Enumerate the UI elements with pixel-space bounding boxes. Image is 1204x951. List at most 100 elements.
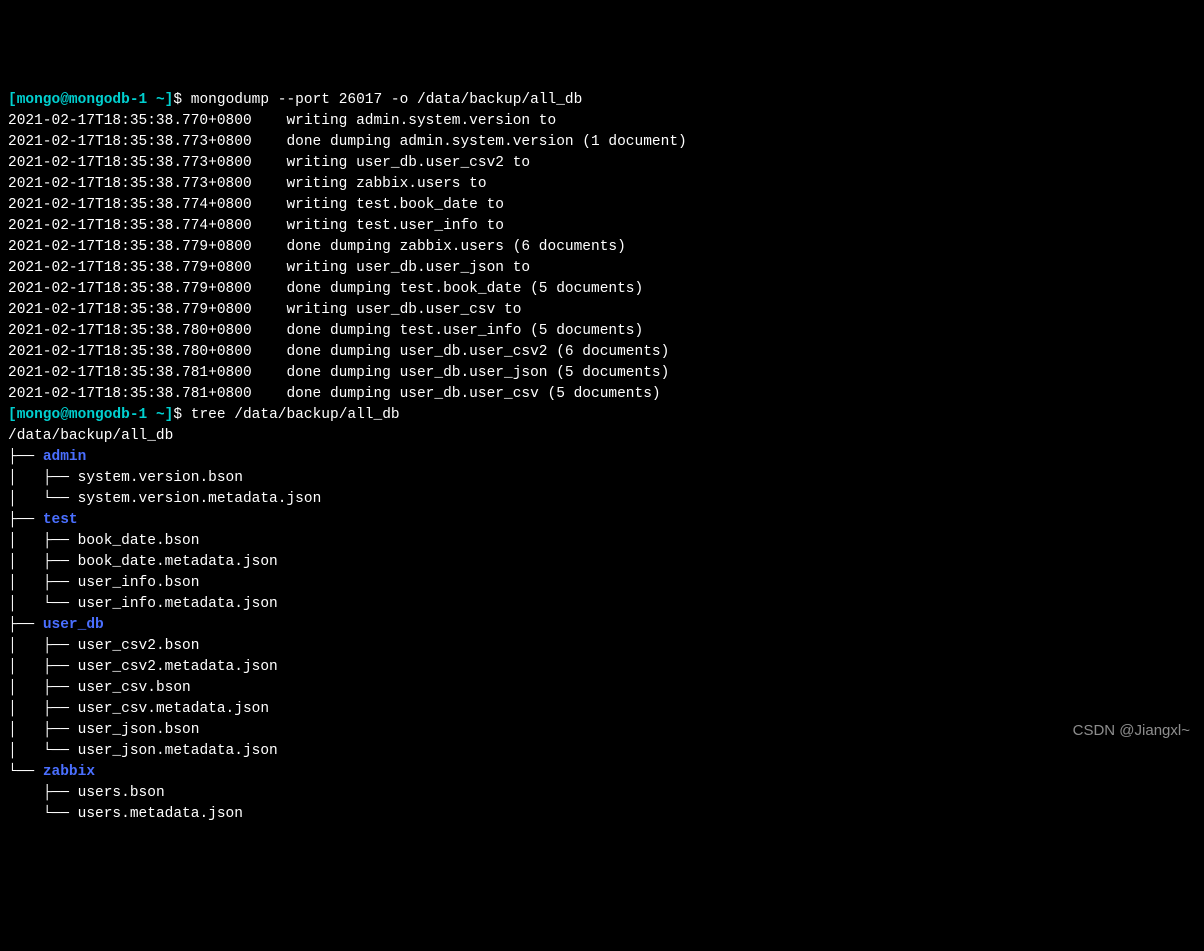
terminal-line: │ ├── user_info.bson (8, 573, 1196, 594)
log-message: writing test.user_info to (286, 218, 504, 234)
tree-branch-icon: │ ├── (8, 680, 78, 696)
tree-file: user_info.metadata.json (78, 596, 278, 612)
tree-file: user_info.bson (78, 575, 200, 591)
terminal-line: │ ├── user_json.bson (8, 720, 1196, 741)
command-input[interactable]: mongodump --port 26017 -o /data/backup/a… (191, 92, 583, 108)
log-timestamp: 2021-02-17T18:35:38.779+0800 (8, 260, 252, 276)
log-message: done dumping user_db.user_csv2 (6 docume… (286, 344, 669, 360)
terminal-line: 2021-02-17T18:35:38.780+0800 done dumpin… (8, 321, 1196, 342)
log-message: done dumping test.user_info (5 documents… (286, 323, 643, 339)
terminal-line: 2021-02-17T18:35:38.779+0800 done dumpin… (8, 279, 1196, 300)
terminal-line: [mongo@mongodb-1 ~]$ mongodump --port 26… (8, 90, 1196, 111)
tree-branch-icon: ├── (8, 512, 43, 528)
log-timestamp: 2021-02-17T18:35:38.773+0800 (8, 176, 252, 192)
log-timestamp: 2021-02-17T18:35:38.781+0800 (8, 365, 252, 381)
log-message: writing test.book_date to (286, 197, 504, 213)
tree-branch-icon: └── (8, 764, 43, 780)
tree-branch-icon: └── (8, 806, 78, 822)
tree-dir: user_db (43, 617, 104, 633)
log-timestamp: 2021-02-17T18:35:38.780+0800 (8, 323, 252, 339)
terminal-line: /data/backup/all_db (8, 426, 1196, 447)
tree-branch-icon: │ ├── (8, 701, 78, 717)
tree-branch-icon: │ ├── (8, 722, 78, 738)
terminal-output[interactable]: [mongo@mongodb-1 ~]$ mongodump --port 26… (8, 90, 1196, 825)
log-timestamp: 2021-02-17T18:35:38.774+0800 (8, 218, 252, 234)
tree-file: users.metadata.json (78, 806, 243, 822)
tree-branch-icon: │ ├── (8, 470, 78, 486)
tree-root: /data/backup/all_db (8, 428, 173, 444)
terminal-line: 2021-02-17T18:35:38.774+0800 writing tes… (8, 195, 1196, 216)
tree-branch-icon: │ ├── (8, 638, 78, 654)
log-message: done dumping admin.system.version (1 doc… (286, 134, 686, 150)
prompt-open: [ (8, 407, 17, 423)
tree-file: system.version.bson (78, 470, 243, 486)
tree-dir: admin (43, 449, 87, 465)
log-timestamp: 2021-02-17T18:35:38.779+0800 (8, 302, 252, 318)
watermark-text: CSDN @Jiangxl~ (1073, 720, 1190, 741)
prompt-open: [ (8, 92, 17, 108)
shell-prompt: [mongo@mongodb-1 ~]$ (8, 92, 191, 108)
tree-file: book_date.bson (78, 533, 200, 549)
prompt-at: @ (60, 407, 69, 423)
terminal-line: │ ├── system.version.bson (8, 468, 1196, 489)
tree-file: system.version.metadata.json (78, 491, 322, 507)
tree-branch-icon: │ ├── (8, 575, 78, 591)
tree-branch-icon: │ └── (8, 596, 78, 612)
prompt-cwd: ~ (156, 407, 165, 423)
tree-branch-icon: │ ├── (8, 554, 78, 570)
prompt-user: mongo (17, 407, 61, 423)
tree-file: users.bson (78, 785, 165, 801)
command-input[interactable]: tree /data/backup/all_db (191, 407, 400, 423)
terminal-line: │ ├── user_csv2.metadata.json (8, 657, 1196, 678)
tree-file: user_csv.bson (78, 680, 191, 696)
terminal-line: └── zabbix (8, 762, 1196, 783)
tree-branch-icon: ├── (8, 617, 43, 633)
tree-branch-icon: │ ├── (8, 533, 78, 549)
terminal-line: 2021-02-17T18:35:38.779+0800 done dumpin… (8, 237, 1196, 258)
terminal-line: 2021-02-17T18:35:38.781+0800 done dumpin… (8, 363, 1196, 384)
terminal-line: │ ├── user_csv2.bson (8, 636, 1196, 657)
terminal-line: 2021-02-17T18:35:38.773+0800 writing use… (8, 153, 1196, 174)
terminal-line: │ └── system.version.metadata.json (8, 489, 1196, 510)
log-timestamp: 2021-02-17T18:35:38.773+0800 (8, 134, 252, 150)
prompt-host: mongodb-1 (69, 92, 147, 108)
terminal-line: │ ├── user_csv.bson (8, 678, 1196, 699)
shell-prompt: [mongo@mongodb-1 ~]$ (8, 407, 191, 423)
tree-file: user_csv2.metadata.json (78, 659, 278, 675)
tree-file: user_csv2.bson (78, 638, 200, 654)
terminal-line: 2021-02-17T18:35:38.773+0800 writing zab… (8, 174, 1196, 195)
tree-branch-icon: ├── (8, 785, 78, 801)
terminal-line: │ ├── book_date.bson (8, 531, 1196, 552)
terminal-line: │ ├── user_csv.metadata.json (8, 699, 1196, 720)
log-message: writing user_db.user_csv to (286, 302, 521, 318)
tree-branch-icon: │ ├── (8, 659, 78, 675)
tree-dir: test (43, 512, 78, 528)
log-message: writing user_db.user_csv2 to (286, 155, 530, 171)
log-timestamp: 2021-02-17T18:35:38.779+0800 (8, 281, 252, 297)
terminal-line: ├── admin (8, 447, 1196, 468)
log-timestamp: 2021-02-17T18:35:38.781+0800 (8, 386, 252, 402)
tree-dir: zabbix (43, 764, 95, 780)
terminal-line: 2021-02-17T18:35:38.781+0800 done dumpin… (8, 384, 1196, 405)
terminal-line: │ └── user_json.metadata.json (8, 741, 1196, 762)
log-message: writing admin.system.version to (286, 113, 556, 129)
log-timestamp: 2021-02-17T18:35:38.780+0800 (8, 344, 252, 360)
terminal-line: ├── users.bson (8, 783, 1196, 804)
terminal-line: [mongo@mongodb-1 ~]$ tree /data/backup/a… (8, 405, 1196, 426)
log-message: done dumping user_db.user_csv (5 documen… (286, 386, 660, 402)
tree-file: book_date.metadata.json (78, 554, 278, 570)
terminal-line: │ └── user_info.metadata.json (8, 594, 1196, 615)
terminal-line: 2021-02-17T18:35:38.779+0800 writing use… (8, 258, 1196, 279)
log-message: writing zabbix.users to (286, 176, 486, 192)
terminal-line: 2021-02-17T18:35:38.780+0800 done dumpin… (8, 342, 1196, 363)
log-timestamp: 2021-02-17T18:35:38.774+0800 (8, 197, 252, 213)
log-message: done dumping user_db.user_json (5 docume… (286, 365, 669, 381)
terminal-line: 2021-02-17T18:35:38.779+0800 writing use… (8, 300, 1196, 321)
log-message: done dumping zabbix.users (6 documents) (286, 239, 625, 255)
log-timestamp: 2021-02-17T18:35:38.779+0800 (8, 239, 252, 255)
tree-file: user_csv.metadata.json (78, 701, 269, 717)
terminal-line: │ ├── book_date.metadata.json (8, 552, 1196, 573)
tree-branch-icon: │ └── (8, 743, 78, 759)
log-message: done dumping test.book_date (5 documents… (286, 281, 643, 297)
tree-branch-icon: ├── (8, 449, 43, 465)
